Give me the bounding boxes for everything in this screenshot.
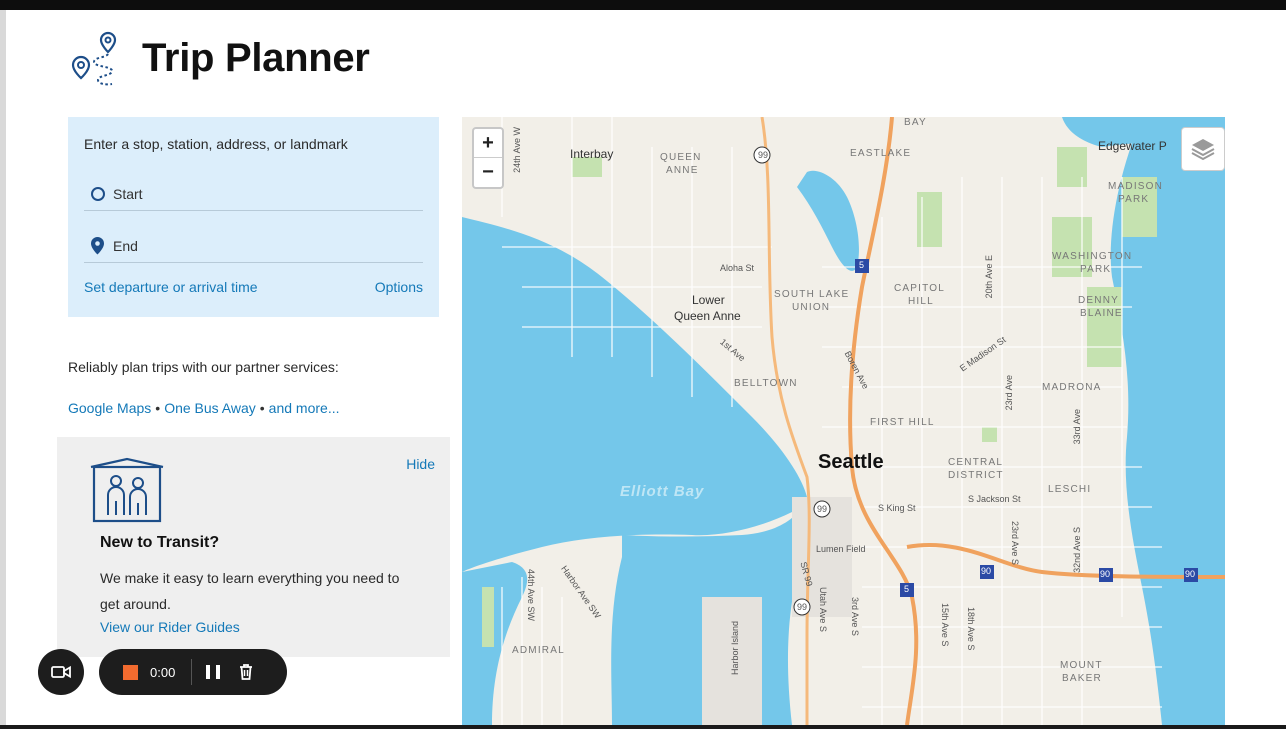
trip-search-panel: Enter a stop, station, address, or landm… bbox=[68, 117, 439, 317]
shield-99-north: 99 bbox=[758, 150, 769, 160]
street-15th-ave-s: 15th Ave S bbox=[940, 603, 950, 647]
map-label-admiral: ADMIRAL bbox=[512, 645, 565, 656]
street-24th-ave-w: 24th Ave W bbox=[512, 127, 522, 173]
map-label-eastlake: EASTLAKE bbox=[850, 148, 912, 159]
map-label-union: UNION bbox=[792, 302, 831, 313]
trip-planner-logo-icon bbox=[71, 31, 117, 86]
link-separator: • bbox=[259, 400, 265, 416]
google-maps-link[interactable]: Google Maps bbox=[68, 400, 151, 416]
shield-90-east: 90 bbox=[1185, 569, 1196, 579]
street-aloha-st: Aloha St bbox=[720, 263, 755, 273]
pause-icon[interactable] bbox=[206, 665, 221, 679]
partner-services-text: Reliably plan trips with our partner ser… bbox=[68, 359, 339, 375]
layers-button[interactable] bbox=[1181, 127, 1225, 171]
map-base-layer bbox=[462, 117, 1225, 725]
street-3rd-ave-s: 3rd Ave S bbox=[850, 597, 860, 636]
start-field[interactable] bbox=[84, 177, 423, 211]
partner-links: Google Maps • One Bus Away • and more... bbox=[68, 400, 340, 416]
map-label-mount: MOUNT bbox=[1060, 660, 1103, 671]
shield-99-downtown: 99 bbox=[817, 504, 828, 514]
street-32nd-ave-s: 32nd Ave S bbox=[1072, 527, 1082, 573]
map-label-hill: HILL bbox=[908, 296, 934, 307]
map-label-madrona: MADRONA bbox=[1042, 382, 1102, 393]
zoom-out-button[interactable]: − bbox=[474, 158, 502, 187]
departure-time-link[interactable]: Set departure or arrival time bbox=[84, 279, 258, 295]
street-s-king-st: S King St bbox=[878, 503, 916, 513]
end-input[interactable] bbox=[113, 237, 413, 254]
map-label-anne: ANNE bbox=[666, 165, 699, 176]
link-separator: • bbox=[155, 400, 161, 416]
recording-control-bar: 0:00 bbox=[99, 649, 287, 695]
map-label-madison: MADISON bbox=[1108, 181, 1164, 192]
window-top-border bbox=[0, 0, 1286, 10]
map-label-belltown: BELLTOWN bbox=[734, 378, 798, 389]
rider-guides-link[interactable]: View our Rider Guides bbox=[100, 619, 240, 635]
page-title: Trip Planner bbox=[142, 35, 370, 80]
map-label-lumen-field: Lumen Field bbox=[816, 544, 866, 554]
bus-shelter-icon bbox=[90, 457, 164, 523]
map-label-park-2: PARK bbox=[1080, 264, 1112, 275]
camera-button[interactable] bbox=[38, 649, 84, 695]
street-20th-ave-e: 20th Ave E bbox=[984, 255, 994, 299]
layers-icon bbox=[1191, 139, 1215, 161]
street-23rd-ave-s: 23rd Ave S bbox=[1010, 521, 1020, 565]
map-label-washington: WASHINGTON bbox=[1052, 251, 1133, 262]
zoom-in-button[interactable]: + bbox=[474, 129, 502, 158]
map-label-capitol: CAPITOL bbox=[894, 283, 946, 294]
end-field[interactable] bbox=[84, 229, 423, 263]
map-label-interbay: Interbay bbox=[570, 147, 614, 161]
map-label-baker: BAKER bbox=[1062, 673, 1102, 684]
trash-icon[interactable] bbox=[238, 663, 254, 681]
map-label-blaine: BLAINE bbox=[1080, 308, 1123, 319]
map-label-queen: QUEEN bbox=[660, 152, 702, 163]
start-input[interactable] bbox=[113, 185, 413, 202]
map-label-queen-anne: Queen Anne bbox=[674, 309, 741, 323]
window-bottom-border bbox=[0, 725, 1286, 729]
transit-card-title: New to Transit? bbox=[100, 534, 220, 551]
stop-recording-button[interactable] bbox=[123, 664, 138, 680]
search-prompt: Enter a stop, station, address, or landm… bbox=[84, 136, 348, 152]
shield-5-south: 5 bbox=[904, 584, 910, 594]
shield-90-west: 90 bbox=[981, 566, 992, 576]
video-camera-icon bbox=[51, 665, 71, 679]
street-33rd-ave: 33rd Ave bbox=[1072, 409, 1082, 445]
street-23rd-ave: 23rd Ave bbox=[1004, 375, 1014, 411]
map-label-leschi: LESCHI bbox=[1048, 484, 1092, 495]
map-label-park: PARK bbox=[1118, 194, 1150, 205]
map-label-south-lake: SOUTH LAKE bbox=[774, 289, 850, 300]
shield-99-south: 99 bbox=[797, 602, 808, 612]
one-bus-away-link[interactable]: One Bus Away bbox=[164, 400, 256, 416]
map-label-district: DISTRICT bbox=[948, 470, 1004, 481]
map-label-bay: BAY bbox=[904, 117, 927, 128]
page-header: Trip Planner bbox=[68, 28, 370, 88]
map-label-first-hill: FIRST HILL bbox=[870, 417, 935, 428]
transit-card-body: We make it easy to learn everything you … bbox=[100, 570, 400, 612]
map-label-seattle: Seattle bbox=[818, 451, 884, 473]
street-utah-ave-s: Utah Ave S bbox=[818, 587, 828, 632]
street-44th-ave-sw: 44th Ave SW bbox=[526, 569, 536, 621]
street-s-jackson-st: S Jackson St bbox=[968, 494, 1021, 504]
map-label-central: CENTRAL bbox=[948, 457, 1004, 468]
location-pin-icon bbox=[91, 236, 104, 254]
recorder-divider bbox=[191, 659, 193, 685]
map-label-lower: Lower bbox=[692, 293, 725, 307]
window-left-edge bbox=[0, 10, 6, 729]
trip-map[interactable]: + − Interbay QUEEN ANNE EASTLAKE Edgewat… bbox=[462, 117, 1225, 725]
recording-timer: 0:00 bbox=[150, 664, 176, 680]
map-label-elliott-bay: Elliott Bay bbox=[620, 483, 705, 500]
map-label-denny: DENNY bbox=[1078, 295, 1120, 306]
shield-5-north: 5 bbox=[859, 260, 865, 270]
map-label-edgewater: Edgewater P bbox=[1098, 139, 1167, 153]
options-link[interactable]: Options bbox=[375, 279, 423, 295]
start-circle-icon bbox=[91, 186, 105, 201]
street-18th-ave-s: 18th Ave S bbox=[966, 607, 976, 651]
hide-link[interactable]: Hide bbox=[406, 456, 435, 472]
shield-90-mid: 90 bbox=[1100, 569, 1111, 579]
street-harbor-island: Harbor Island bbox=[730, 621, 740, 676]
new-to-transit-card: Hide New to Transit? We make it easy to … bbox=[57, 437, 450, 657]
zoom-control: + − bbox=[472, 127, 504, 189]
and-more-link[interactable]: and more... bbox=[269, 400, 340, 416]
